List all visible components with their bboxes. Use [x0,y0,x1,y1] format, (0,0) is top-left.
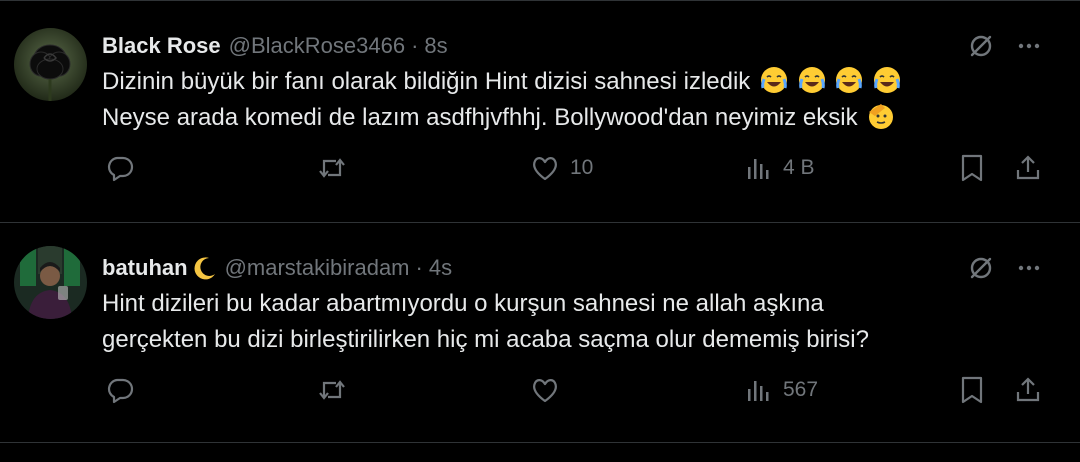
avatar[interactable] [14,28,87,101]
bookmark-icon [958,153,986,183]
like-count: 10 [570,156,594,179]
bookmark-button[interactable] [958,370,986,410]
timestamp[interactable]: 4s [429,255,452,281]
reply-button[interactable] [105,370,135,410]
share-icon [1013,375,1043,405]
views-button[interactable]: 4 B [745,148,815,188]
reply-icon [105,375,135,405]
tweet-text: Hint dizileri bu kadar abartmıyordu o ku… [102,286,1060,358]
separator-dot: · [411,33,419,58]
reply-button[interactable] [105,148,135,188]
tweet-text-line: Hint dizileri bu kadar abartmıyordu o ku… [102,290,824,317]
user-handle[interactable]: @BlackRose3466 [229,33,405,59]
tweet[interactable]: Black Rose @BlackRose3466 · 8s Dizinin b… [0,8,1080,223]
user-handle[interactable]: @marstakibiradam [225,255,410,281]
like-icon [530,375,560,405]
more-icon[interactable] [1016,33,1042,59]
retweet-icon [316,153,348,183]
display-name[interactable]: Black Rose [102,33,221,59]
joy-emoji-icon [870,67,901,95]
bookmark-button[interactable] [958,148,986,188]
timestamp[interactable]: 8s [424,33,447,59]
views-count: 567 [783,378,819,401]
tweet-header: Black Rose @BlackRose3466 · 8s [102,28,1060,64]
timeline-feed: Black Rose @BlackRose3466 · 8s Dizinin b… [0,0,1080,462]
views-count: 4 B [783,156,815,179]
retweet-button[interactable] [316,148,348,188]
like-icon [530,153,560,183]
like-button[interactable]: 10 [530,148,593,188]
display-name[interactable]: batuhan [102,255,188,281]
tweet-header: batuhan @marstakibiradam · 4s [102,250,1060,286]
divider [0,0,1080,1]
tweet[interactable]: batuhan @marstakibiradam · 4s Hint dizil… [0,223,1080,443]
joy-emoji-icon [795,67,833,95]
grok-icon[interactable] [968,33,994,59]
joy-emoji-icon [832,67,870,95]
bookmark-icon [958,375,986,405]
joy-emoji-icon [757,67,795,95]
share-button[interactable] [1013,148,1043,188]
tweet-text-line: Neyse arada komedi de lazım asdfhjvfhhj.… [102,104,858,131]
views-icon [745,153,773,183]
avatar[interactable] [14,246,87,319]
like-button[interactable] [530,370,560,410]
separator-dot: · [415,255,423,280]
tweet-text-line: Dizinin büyük bir fanı olarak bildiğin H… [102,68,751,95]
saluting-face-emoji-icon [864,104,895,131]
tweet-text: Dizinin büyük bir fanı olarak bildiğin H… [102,64,1060,136]
share-button[interactable] [1013,370,1043,410]
views-icon [745,375,773,405]
retweet-icon [316,375,348,405]
crescent-moon-icon [191,255,217,281]
tweet-actions: 567 [0,370,1080,410]
reply-icon [105,153,135,183]
retweet-button[interactable] [316,370,348,410]
grok-icon[interactable] [968,255,994,281]
more-icon[interactable] [1016,255,1042,281]
views-button[interactable]: 567 [745,370,818,410]
tweet-text-line: gerçekten bu dizi birleştirilirken hiç m… [102,326,869,353]
share-icon [1013,153,1043,183]
tweet-actions: 10 4 B [0,148,1080,188]
